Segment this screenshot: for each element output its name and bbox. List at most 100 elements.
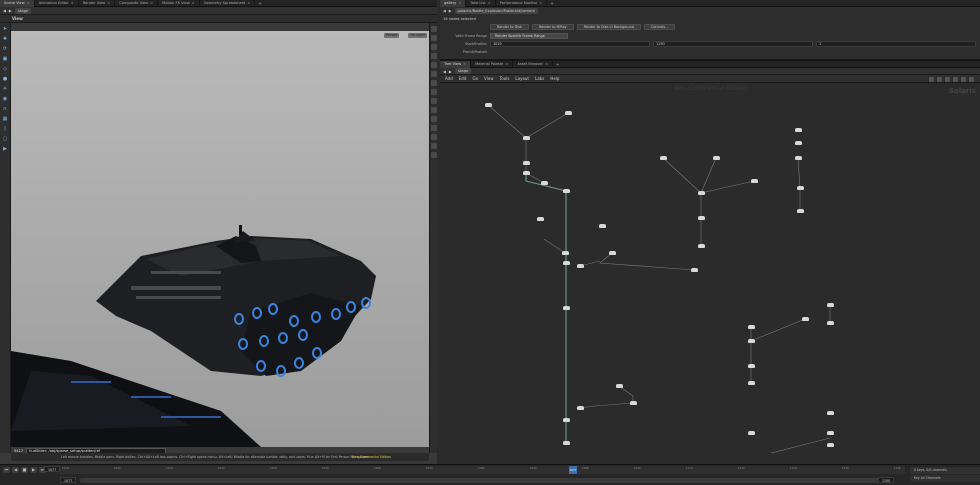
- list-icon[interactable]: [945, 76, 950, 82]
- start-frame-field[interactable]: 1010: [490, 40, 650, 47]
- forward-arrow-icon[interactable]: ▶: [449, 69, 452, 74]
- network-tab[interactable]: Asset Browser ×: [513, 60, 553, 68]
- first-frame-icon[interactable]: ⏮: [3, 467, 10, 473]
- display-option-icon[interactable]: [431, 71, 437, 77]
- display-option-icon[interactable]: [431, 143, 437, 149]
- render-to-disk-button[interactable]: Render to Disk: [490, 23, 529, 30]
- layout-icon[interactable]: [929, 76, 934, 82]
- lop-node[interactable]: [608, 251, 616, 255]
- flipbook-icon[interactable]: ▶: [1, 145, 9, 153]
- display-option-icon[interactable]: [431, 53, 437, 59]
- display-option-icon[interactable]: [431, 152, 437, 158]
- grid-icon[interactable]: [937, 76, 942, 82]
- forward-arrow-icon[interactable]: ▶: [449, 9, 452, 13]
- lop-node[interactable]: [697, 191, 705, 195]
- back-arrow-icon[interactable]: ◀: [3, 8, 6, 13]
- controls-button[interactable]: Controls...: [643, 23, 676, 30]
- close-icon[interactable]: ×: [545, 62, 548, 66]
- lop-node[interactable]: [522, 136, 530, 140]
- menu-layout[interactable]: Layout: [515, 76, 529, 81]
- viewport-tab[interactable]: Scene View ×: [0, 0, 35, 7]
- lop-node[interactable]: [796, 186, 804, 190]
- grid-snap-icon[interactable]: ▦: [1, 115, 9, 123]
- lop-node[interactable]: [747, 431, 755, 435]
- close-icon[interactable]: ×: [192, 1, 195, 5]
- display-option-icon[interactable]: [431, 62, 437, 68]
- color-icon[interactable]: [961, 76, 966, 82]
- play-icon[interactable]: ▶: [30, 467, 37, 473]
- close-icon[interactable]: ×: [150, 1, 153, 5]
- display-option-icon[interactable]: [431, 107, 437, 113]
- menu-go[interactable]: Go: [473, 76, 479, 81]
- select-tool-icon[interactable]: ➤: [1, 25, 9, 33]
- increment-field[interactable]: 1: [816, 40, 976, 47]
- lop-node[interactable]: [697, 244, 705, 248]
- lop-node[interactable]: [747, 339, 755, 343]
- range-end-field[interactable]: 1150: [878, 477, 895, 483]
- pose-tool-icon[interactable]: ●: [1, 75, 9, 83]
- lop-node[interactable]: [826, 431, 834, 435]
- lop-node[interactable]: [659, 156, 667, 160]
- lop-node[interactable]: [562, 306, 570, 310]
- back-arrow-icon[interactable]: ◀: [443, 69, 446, 74]
- lop-node[interactable]: [690, 268, 698, 272]
- viewport-tab[interactable]: Geometry Spreadsheet ×: [200, 0, 256, 7]
- lop-node[interactable]: [747, 364, 755, 368]
- top-right-tab[interactable]: Take List ×: [466, 0, 496, 7]
- render-to-mplay-button[interactable]: Render to MPlay: [531, 23, 574, 30]
- menu-tools[interactable]: Tools: [500, 76, 510, 81]
- viewport-tab[interactable]: Animation Editor ×: [35, 0, 79, 7]
- lop-node[interactable]: [540, 181, 548, 185]
- light-tool-icon[interactable]: ☀: [1, 85, 9, 93]
- display-option-icon[interactable]: [431, 116, 437, 122]
- lop-node[interactable]: [826, 303, 834, 307]
- lop-node[interactable]: [562, 261, 570, 265]
- lop-node[interactable]: [826, 411, 834, 415]
- close-icon[interactable]: ×: [247, 1, 250, 5]
- close-icon[interactable]: ×: [107, 1, 110, 5]
- lop-node[interactable]: [750, 179, 758, 183]
- close-icon[interactable]: ×: [488, 1, 491, 5]
- display-option-icon[interactable]: [431, 44, 437, 50]
- lop-node[interactable]: [794, 156, 802, 160]
- display-option-icon[interactable]: [431, 35, 437, 41]
- lop-node[interactable]: [562, 441, 570, 445]
- rotate-tool-icon[interactable]: ⟳: [1, 45, 9, 53]
- network-path-crumb[interactable]: stage: [454, 68, 472, 74]
- network-tab[interactable]: Tree View ×: [440, 60, 472, 68]
- display-option-icon[interactable]: [431, 26, 437, 32]
- stop-icon[interactable]: ■: [21, 467, 28, 473]
- lop-node[interactable]: [697, 216, 705, 220]
- lop-node[interactable]: [484, 103, 492, 107]
- view-tool-icon[interactable]: ◊: [1, 125, 9, 133]
- path-crumb-stage[interactable]: stage: [14, 7, 32, 14]
- lop-node[interactable]: [562, 418, 570, 422]
- lop-node[interactable]: [747, 325, 755, 329]
- lop-node[interactable]: [561, 251, 569, 255]
- lop-node[interactable]: [826, 443, 834, 447]
- node-graph-canvas[interactable]: Non-Commercial Edition Solaris: [440, 83, 980, 453]
- display-option-icon[interactable]: [431, 89, 437, 95]
- display-option-icon[interactable]: [431, 98, 437, 104]
- render-path-crumb[interactable]: galactic/Battle_Explosion/Fasteraid/came…: [454, 7, 538, 14]
- menu-add[interactable]: Add: [445, 76, 453, 81]
- lop-node[interactable]: [598, 224, 606, 228]
- prev-key-icon[interactable]: ◀: [12, 467, 19, 473]
- camera-tool-icon[interactable]: ◉: [1, 95, 9, 103]
- lop-node[interactable]: [629, 401, 637, 405]
- lop-node[interactable]: [801, 317, 809, 321]
- top-right-tab[interactable]: Performance Monitor ×: [496, 0, 548, 7]
- lop-node[interactable]: [712, 156, 720, 160]
- close-icon[interactable]: ×: [539, 1, 542, 5]
- lop-node[interactable]: [794, 141, 802, 145]
- lop-node[interactable]: [564, 111, 572, 115]
- back-arrow-icon[interactable]: ◀: [443, 9, 446, 13]
- display-option-icon[interactable]: [431, 134, 437, 140]
- lop-node[interactable]: [576, 406, 584, 410]
- lop-node[interactable]: [576, 264, 584, 268]
- scale-tool-icon[interactable]: ▣: [1, 55, 9, 63]
- close-icon[interactable]: ×: [505, 62, 508, 66]
- lop-node[interactable]: [826, 321, 834, 325]
- menu-edit[interactable]: Edit: [459, 76, 467, 81]
- magnet-snap-icon[interactable]: ∩: [1, 105, 9, 113]
